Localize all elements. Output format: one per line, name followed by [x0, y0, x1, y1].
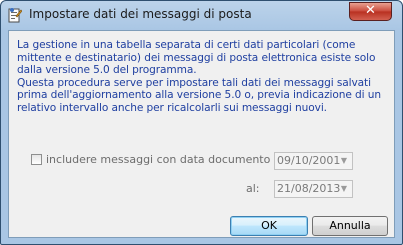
date-to-label: al:	[246, 182, 260, 195]
info-text: La gestione in una tabella separata di c…	[17, 39, 389, 115]
date-from-picker[interactable]: 09/10/2001 ▼	[274, 152, 353, 170]
info-paragraph-1: La gestione in una tabella separata di c…	[17, 39, 376, 77]
close-icon: ✕	[365, 3, 376, 18]
dialog-window: Impostare dati dei messaggi di posta ✕ L…	[0, 0, 403, 245]
chevron-down-icon[interactable]: ▼	[338, 155, 350, 167]
window-title: Impostare dati dei messaggi di posta	[29, 7, 252, 21]
chevron-down-icon[interactable]: ▼	[338, 183, 350, 195]
include-messages-checkbox[interactable]	[31, 154, 42, 165]
dialog-body: La gestione in una tabella separata di c…	[8, 30, 395, 238]
title-bar[interactable]: Impostare dati dei messaggi di posta ✕	[1, 1, 402, 29]
info-paragraph-2: Questa procedura serve per impostare tal…	[17, 76, 382, 114]
date-to-picker[interactable]: 21/08/2013 ▼	[274, 180, 353, 198]
include-messages-label[interactable]: includere messaggi con data documento da…	[46, 153, 294, 166]
ok-button[interactable]: OK	[230, 216, 308, 236]
cancel-button[interactable]: Annulla	[312, 216, 388, 236]
document-edit-icon	[8, 8, 22, 23]
date-from-value: 09/10/2001	[277, 154, 341, 167]
close-button[interactable]: ✕	[349, 2, 392, 21]
date-to-value: 21/08/2013	[277, 182, 341, 195]
